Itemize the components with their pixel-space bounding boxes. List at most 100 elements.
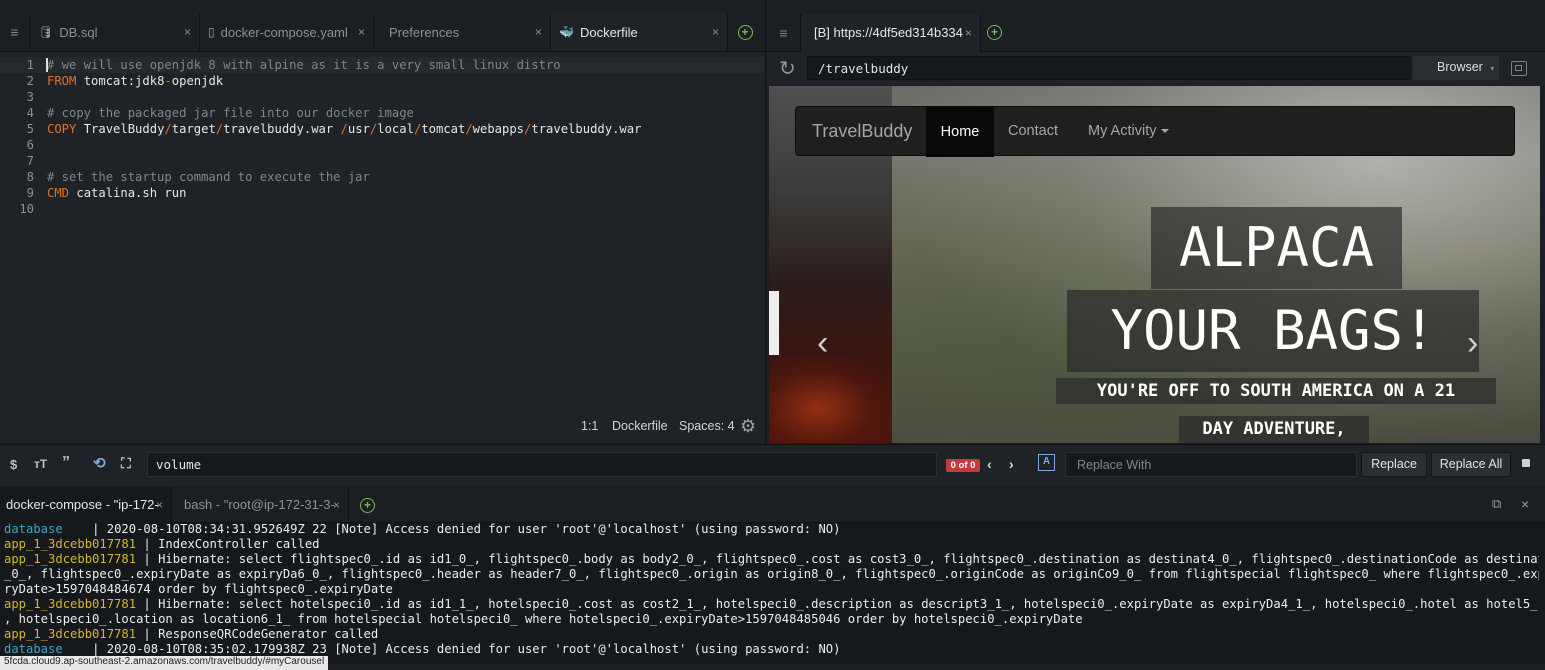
close-icon[interactable]: × [535,25,542,39]
editor-menu-icon[interactable]: ≡ [0,13,30,51]
carousel-prev-icon[interactable]: ‹ [817,324,828,363]
prev-slide-text-fragment [769,291,779,355]
plus-icon: + [360,498,375,513]
tab-label: bash - "root@ip-172-31-3- [184,497,335,512]
tab-browser-preview[interactable]: [B] https://4df5ed314b334 × [802,14,981,52]
terminal-tabbar: docker-compose - "ip-172- × bash - "root… [0,487,1545,523]
close-search-icon[interactable] [1522,459,1530,467]
code-token: - [164,74,172,88]
line-number: 8 [26,170,34,184]
close-icon[interactable]: × [156,487,163,523]
line-number: 9 [26,186,34,200]
popout-icon-inner [1515,65,1522,71]
log-message: | 2020-08-10T08:35:02.179938Z 23 [Note] … [92,642,841,656]
browser-menu-icon[interactable]: ≡ [767,14,801,52]
find-next-icon[interactable]: › [1009,456,1014,472]
find-input[interactable]: volume [147,452,937,477]
replace-button[interactable]: Replace [1361,452,1427,477]
replace-all-button[interactable]: Replace All [1431,452,1511,477]
code-token: tomcat [421,122,466,136]
find-prev-icon[interactable]: ‹ [987,456,992,472]
indent-setting[interactable]: Spaces: 4 [679,419,735,433]
quote-icon[interactable]: ” [62,454,70,472]
site-brand[interactable]: TravelBuddy [812,121,912,142]
close-panel-icon[interactable]: × [1521,496,1529,512]
replace-input[interactable]: Replace With [1065,452,1357,477]
maximize-icon[interactable]: ⧉ [1492,496,1501,512]
add-tab-button[interactable]: + [728,13,762,51]
code-editor[interactable]: 1 # we will use openjdk 8 with alpine as … [0,57,765,217]
terminal-line: database | 2020-08-10T08:34:31.952649Z 2… [4,522,1539,537]
database-icon: 🛢 [38,25,54,39]
code-token: / [164,122,172,136]
code-line[interactable]: 8 # set the startup command to execute th… [0,169,765,185]
code-text: # set the startup command to execute the… [47,169,370,185]
hero-subtitle-line-2: DAY ADVENTURE, [1179,416,1369,443]
code-line[interactable]: 2 FROM tomcat:jdk8-openjdk [0,73,765,89]
tab-terminal-bash[interactable]: bash - "root@ip-172-31-3- × [173,487,349,523]
code-line[interactable]: 10 [0,201,765,217]
tab-db-sql[interactable]: 🛢 DB.sql × [30,13,200,51]
code-token: # we will use openjdk 8 with alpine as i… [47,58,561,72]
code-token: webapps [472,122,525,136]
close-icon[interactable]: × [965,14,972,52]
code-line[interactable]: 7 [0,153,765,169]
tab-label: Dockerfile [579,24,638,40]
terminal-line: app_1_3dcebb017781 | Hibernate: select f… [4,552,1539,567]
nav-home[interactable]: Home [926,107,994,157]
url-input[interactable]: /travelbuddy [807,56,1411,80]
case-icon[interactable]: ᴛT [34,457,47,471]
close-icon[interactable]: × [358,25,365,39]
code-line[interactable]: 3 [0,89,765,105]
code-token: TravelBuddy [76,122,165,136]
tab-terminal-docker-compose[interactable]: docker-compose - "ip-172- × [0,487,172,523]
close-icon[interactable]: × [712,25,719,39]
refresh-icon[interactable]: ↻ [779,56,796,81]
caret-down-icon [1161,129,1170,134]
code-token: / [465,122,473,136]
syntax-mode[interactable]: Dockerfile [612,419,668,433]
code-line[interactable]: 4 # copy the packaged jar file into our d… [0,105,765,121]
log-message: | Hibernate: select flightspec0_.id as i… [143,552,1539,566]
tab-label: docker-compose.yaml [220,24,348,40]
add-tab-button[interactable]: + [987,25,1002,40]
browser-mode-button[interactable]: Browser ▾ [1413,56,1499,80]
docker-icon: 🐳 [559,25,574,39]
popout-icon[interactable] [1511,61,1527,76]
close-icon[interactable]: × [333,487,340,523]
link-hover-status: 5fcda.cloud9.ap-southeast-2.amazonaws.co… [0,656,329,670]
in-selection-icon[interactable]: ⟲ [93,454,106,472]
service-name: app_1_3dcebb017781 [4,627,144,641]
code-token: local [377,122,414,136]
code-line[interactable]: 9 CMD catalina.sh run [0,185,765,201]
expand-icon[interactable]: ⛶ [121,455,131,472]
tab-label: docker-compose - "ip-172- [6,497,159,512]
nav-my-activity-label: My Activity [1088,123,1157,139]
code-line[interactable]: 1 # we will use openjdk 8 with alpine as … [0,57,765,73]
hero-subtitle-line-1: YOU'RE OFF TO SOUTH AMERICA ON A 21 [1056,378,1496,404]
preserve-case-icon[interactable]: A [1038,454,1055,471]
add-terminal-button[interactable]: + [360,498,375,513]
code-line[interactable]: 5 COPY TravelBuddy/target/travelbuddy.war… [0,121,765,137]
gear-icon[interactable]: ⚙ [740,416,756,437]
terminal-pane: docker-compose - "ip-172- × bash - "root… [0,487,1545,664]
dollar-icon[interactable]: $ [10,457,17,472]
code-token: CMD [47,186,70,200]
cursor-position[interactable]: 1:1 [581,419,598,433]
close-icon[interactable]: × [184,25,191,39]
code-line[interactable]: 6 [0,137,765,153]
tab-preferences[interactable]: Preferences × [374,13,551,51]
line-number: 7 [26,154,34,168]
tab-dockerfile[interactable]: 🐳 Dockerfile × [551,13,728,51]
nav-contact[interactable]: Contact [1008,123,1058,139]
code-text: # we will use openjdk 8 with alpine as i… [47,57,561,73]
code-text: CMD catalina.sh run [47,185,186,201]
line-number: 10 [19,202,34,216]
terminal-output[interactable]: database | 2020-08-10T08:34:31.952649Z 2… [4,522,1539,664]
carousel-next-icon[interactable]: › [1467,324,1478,363]
line-number: 1 [26,58,34,72]
terminal-line: , hotelspeci0_.location as location6_1_ … [4,612,1539,627]
browser-mode-label: Browser [1437,60,1483,74]
tab-docker-compose[interactable]: ▯ docker-compose.yaml × [200,13,374,51]
nav-my-activity[interactable]: My Activity [1088,123,1170,139]
